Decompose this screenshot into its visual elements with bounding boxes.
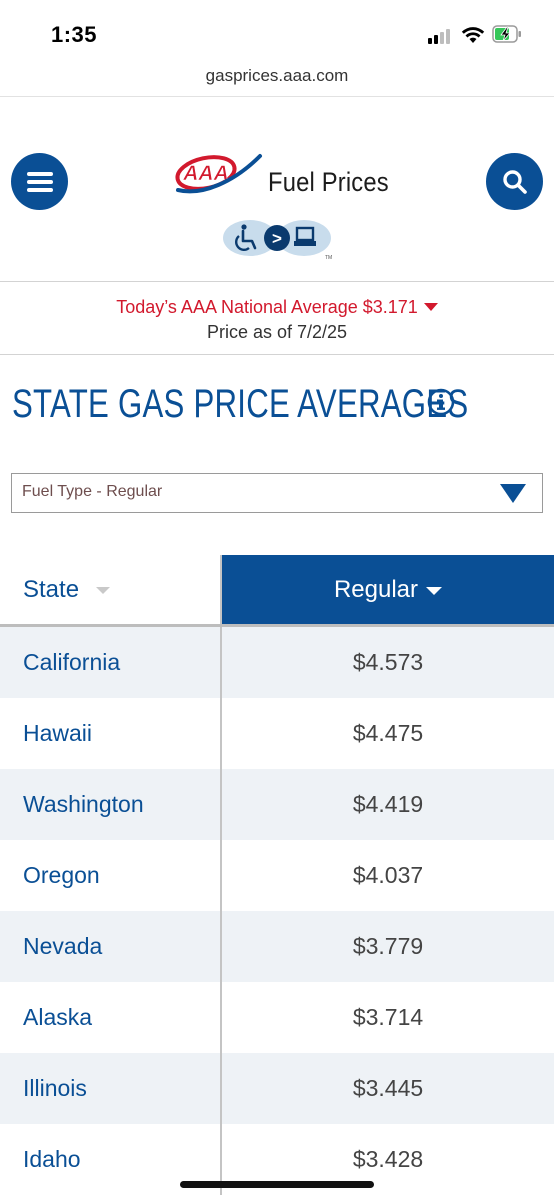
national-average-banner: Today’s AAA National Average $3.171 Pric… <box>0 282 554 355</box>
state-name[interactable]: Nevada <box>23 933 102 960</box>
fuel-type-value: Fuel Type - Regular <box>22 483 163 500</box>
table-row: Washington $4.419 <box>0 769 554 840</box>
state-cell: Illinois <box>0 1053 222 1124</box>
url-text: gasprices.aaa.com <box>205 66 349 85</box>
fuel-type-select[interactable]: Fuel Type - Regular <box>11 473 543 513</box>
aaa-logo[interactable]: AAA <box>172 152 264 202</box>
info-icon[interactable] <box>427 388 455 416</box>
state-cell: California <box>0 627 222 698</box>
state-price: $3.779 <box>352 933 424 959</box>
state-name[interactable]: Illinois <box>23 1075 87 1102</box>
table-header: State Regular <box>0 555 554 627</box>
state-name[interactable]: Washington <box>23 791 144 818</box>
national-average-text: Today’s AAA National Average $3.171 <box>116 297 418 317</box>
state-cell: Hawaii <box>0 698 222 769</box>
status-bar: 1:35 <box>0 0 554 62</box>
state-name[interactable]: Oregon <box>23 862 100 889</box>
state-price: $3.445 <box>352 1075 424 1101</box>
accessibility-widget-icon[interactable]: > TM <box>222 218 332 262</box>
state-price: $3.428 <box>352 1146 424 1172</box>
status-time: 1:35 <box>51 22 98 47</box>
svg-text:TM: TM <box>325 255 332 261</box>
state-name[interactable]: Hawaii <box>23 720 92 747</box>
price-cell: $4.419 <box>222 769 554 840</box>
site-header: AAA Fuel Prices > TM <box>0 97 554 282</box>
search-button[interactable] <box>486 153 543 210</box>
state-price: $4.419 <box>352 791 424 817</box>
state-price: $4.475 <box>352 720 424 746</box>
national-average: Today’s AAA National Average $3.171 <box>0 297 554 318</box>
price-cell: $3.779 <box>222 911 554 982</box>
page-brand-title: Fuel Prices <box>268 167 389 197</box>
wifi-icon <box>461 27 485 43</box>
menu-button[interactable] <box>11 153 68 210</box>
section-title: STATE GAS PRICE AVERAGES <box>12 382 469 426</box>
state-name[interactable]: Idaho <box>23 1146 81 1173</box>
price-as-of: Price as of 7/2/25 <box>206 322 348 342</box>
price-cell: $4.037 <box>222 840 554 911</box>
trend-down-icon <box>423 302 438 311</box>
state-cell: Oregon <box>0 840 222 911</box>
column-header-state[interactable]: State <box>0 555 222 624</box>
price-cell: $3.445 <box>222 1053 554 1124</box>
sort-arrow-icon <box>426 587 443 596</box>
dropdown-arrow-icon <box>500 484 526 503</box>
state-name[interactable]: California <box>23 649 120 676</box>
state-name[interactable]: Alaska <box>23 1004 92 1031</box>
price-cell: $4.475 <box>222 698 554 769</box>
column-header-state-label: State <box>23 576 80 603</box>
battery-charging-icon <box>492 25 521 43</box>
price-cell: $4.573 <box>222 627 554 698</box>
table-row: Oregon $4.037 <box>0 840 554 911</box>
state-price: $4.573 <box>352 649 424 675</box>
hamburger-icon <box>26 171 53 192</box>
table-row: Nevada $3.779 <box>0 911 554 982</box>
state-price: $3.714 <box>352 1004 424 1030</box>
sort-arrow-icon <box>96 587 110 594</box>
column-header-regular[interactable]: Regular <box>222 555 554 624</box>
table-row: Hawaii $4.475 <box>0 698 554 769</box>
state-cell: Washington <box>0 769 222 840</box>
table-row: California $4.573 <box>0 627 554 698</box>
state-price: $4.037 <box>352 862 424 888</box>
home-indicator[interactable] <box>180 1181 374 1188</box>
price-cell: $3.714 <box>222 982 554 1053</box>
cellular-signal-icon <box>428 28 454 44</box>
svg-text:>: > <box>272 229 282 248</box>
table-row: Illinois $3.445 <box>0 1053 554 1124</box>
state-cell: Nevada <box>0 911 222 982</box>
state-cell: Alaska <box>0 982 222 1053</box>
column-header-regular-label: Regular <box>333 576 419 603</box>
address-bar[interactable]: gasprices.aaa.com <box>0 62 554 97</box>
search-icon <box>502 169 527 194</box>
state-price-table: State Regular California $4.573 Hawaii $… <box>0 555 554 1195</box>
table-row: Alaska $3.714 <box>0 982 554 1053</box>
